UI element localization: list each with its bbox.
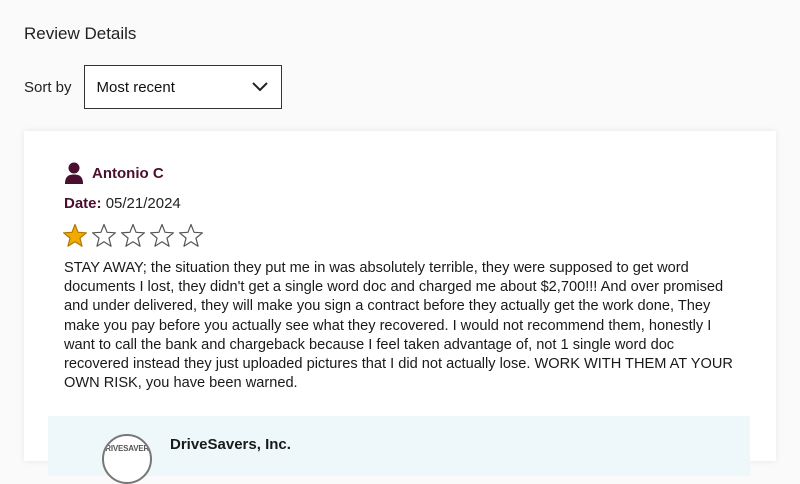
star-filled-icon [62,223,88,247]
review-date: Date: 05/21/2024 [64,195,181,212]
star-empty-icon [149,223,175,247]
star-empty-icon [91,223,117,247]
date-value: 05/21/2024 [105,195,181,212]
person-icon [65,162,83,184]
star-empty-icon [120,223,146,247]
review-card: Antonio C Date: 05/21/2024 STAY AWAY; th… [24,131,776,484]
section-title: Review Details [24,24,137,43]
company-name: DriveSavers, Inc. [170,436,291,453]
company-logo: DRIVESAVERS [102,434,152,484]
sort-label: Sort by [24,78,72,96]
date-label: Date: [64,195,102,212]
reviewer-name: Antonio C [92,164,164,182]
company-reply: DRIVESAVERS DriveSavers, Inc. [48,416,750,484]
chevron-down-icon [251,82,268,92]
star-empty-icon [178,223,204,247]
sort-row: Sort by Most recent [24,65,282,109]
review-text: STAY AWAY; the situation they put me in … [64,260,733,392]
sort-dropdown[interactable]: Most recent [83,65,282,109]
company-logo-text: DRIVESAVERS [102,443,152,453]
star-rating [62,223,204,249]
sort-selected-value: Most recent [96,78,175,96]
reviewer: Antonio C [64,162,164,184]
